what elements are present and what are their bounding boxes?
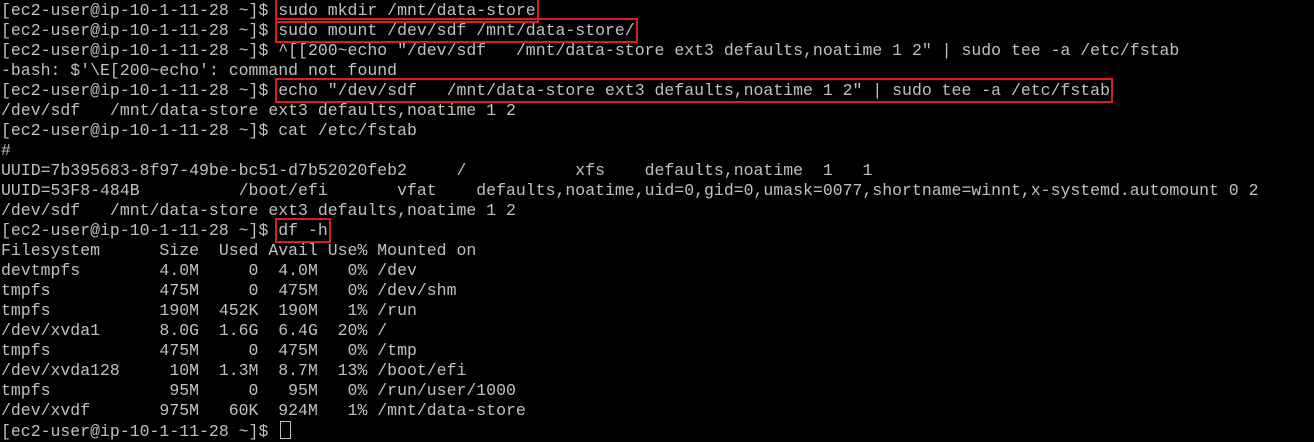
terminal-line: [ec2-user@ip-10-1-11-28 ~]$ sudo mount /… (0, 18, 1314, 43)
highlighted-command: df -h (275, 218, 331, 243)
highlighted-command: sudo mkdir /mnt/data-store (275, 0, 539, 23)
terminal-line: [ec2-user@ip-10-1-11-28 ~]$ ^[[200~echo … (0, 41, 1314, 61)
df-row: devtmpfs 4.0M 0 4.0M 0% /dev (1, 261, 417, 280)
output-line: UUID=53F8-484B /boot/efi vfat defaults,n… (1, 181, 1259, 200)
terminal-line: [ec2-user@ip-10-1-11-28 ~]$ cat /etc/fst… (0, 121, 1314, 141)
output-line: /dev/sdf /mnt/data-store ext3 defaults,n… (1, 201, 516, 220)
output-line: UUID=7b395683-8f97-49be-bc51-d7b52020feb… (1, 161, 873, 180)
df-row: tmpfs 95M 0 95M 0% /run/user/1000 (1, 381, 516, 400)
prompt: [ec2-user@ip-10-1-11-28 ~]$ (1, 422, 279, 441)
terminal-window[interactable]: [ec2-user@ip-10-1-11-28 ~]$ sudo mkdir /… (0, 0, 1314, 441)
command: cat /etc/fstab (278, 121, 417, 140)
prompt: [ec2-user@ip-10-1-11-28 ~]$ (1, 221, 279, 240)
command: ^[[200~echo "/dev/sdf /mnt/data-store ex… (278, 41, 1180, 60)
cursor-icon[interactable] (280, 421, 292, 439)
df-row: /dev/xvda1 8.0G 1.6G 6.4G 20% / (1, 321, 388, 340)
df-row: /dev/xvda128 10M 1.3M 8.7M 13% /boot/efi (1, 361, 467, 380)
prompt: [ec2-user@ip-10-1-11-28 ~]$ (1, 81, 279, 100)
output-line: # (1, 141, 11, 160)
df-row: tmpfs 190M 452K 190M 1% /run (1, 301, 417, 320)
terminal-line[interactable]: [ec2-user@ip-10-1-11-28 ~]$ (0, 421, 1314, 441)
prompt: [ec2-user@ip-10-1-11-28 ~]$ (1, 1, 279, 20)
df-row: tmpfs 475M 0 475M 0% /tmp (1, 341, 417, 360)
terminal-line: [ec2-user@ip-10-1-11-28 ~]$ echo "/dev/s… (0, 78, 1314, 103)
df-row: /dev/xvdf 975M 60K 924M 1% /mnt/data-sto… (1, 401, 526, 420)
prompt: [ec2-user@ip-10-1-11-28 ~]$ (1, 121, 279, 140)
prompt: [ec2-user@ip-10-1-11-28 ~]$ (1, 21, 279, 40)
highlighted-command: sudo mount /dev/sdf /mnt/data-store/ (275, 18, 638, 43)
output-line: -bash: $'\E[200~echo': command not found (1, 61, 398, 80)
terminal-line: [ec2-user@ip-10-1-11-28 ~]$ df -h (0, 218, 1314, 243)
output-line: /dev/sdf /mnt/data-store ext3 defaults,n… (1, 101, 516, 120)
prompt: [ec2-user@ip-10-1-11-28 ~]$ (1, 41, 279, 60)
highlighted-command: echo "/dev/sdf /mnt/data-store ext3 defa… (275, 78, 1113, 103)
df-header-line: Filesystem Size Used Avail Use% Mounted … (1, 241, 477, 260)
df-row: tmpfs 475M 0 475M 0% /dev/shm (1, 281, 457, 300)
terminal-line: [ec2-user@ip-10-1-11-28 ~]$ sudo mkdir /… (0, 0, 1314, 23)
